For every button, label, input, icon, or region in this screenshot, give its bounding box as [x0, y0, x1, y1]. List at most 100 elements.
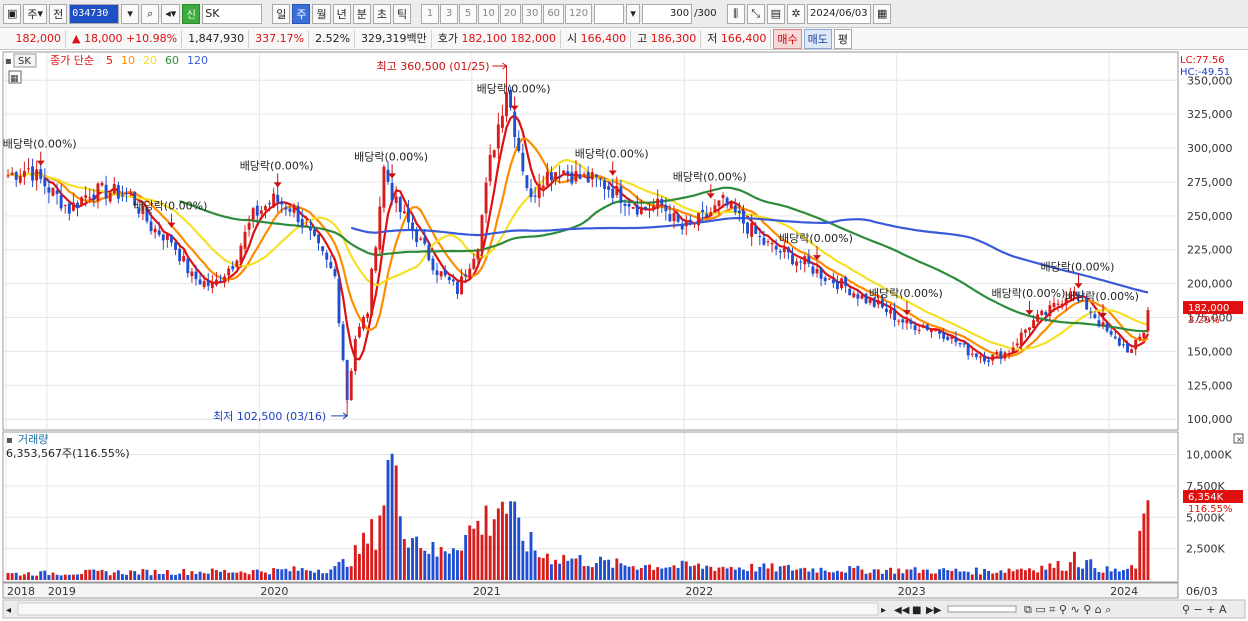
date-input[interactable]: 2024/06/03: [807, 3, 872, 24]
high-price: 고 186,300: [633, 29, 702, 48]
interval-button-120[interactable]: 120: [565, 3, 593, 24]
candle-body: [631, 207, 635, 209]
candle-body: [570, 172, 574, 184]
volume-bar: [219, 571, 222, 580]
volume-bar: [885, 569, 888, 580]
zoom-slider[interactable]: [947, 605, 1017, 613]
panel-menu-icon[interactable]: ▪: [5, 56, 12, 67]
volume-bar: [733, 569, 737, 580]
volume-bar: [137, 574, 141, 580]
volume-bar: [407, 547, 410, 580]
volume-bar: [276, 569, 280, 580]
candle-body: [729, 201, 733, 209]
volume-bar: [586, 566, 590, 580]
volume-bar: [321, 573, 325, 580]
candle-body: [35, 169, 39, 181]
save-icon[interactable]: ▤: [766, 3, 786, 24]
candle-body: [1003, 352, 1007, 359]
draw-tool-icon[interactable]: ⤡: [746, 3, 765, 24]
stock-name-field[interactable]: SK: [202, 3, 263, 24]
volume-bar: [921, 569, 925, 580]
dividend-label: 배당락(0.00%): [673, 170, 747, 183]
open-price: 시 166,400: [563, 29, 632, 48]
volume-bar: [153, 569, 157, 580]
interval-dropdown[interactable]: [594, 3, 625, 24]
candle-type-icon[interactable]: ⫼: [726, 3, 745, 24]
stop-icon[interactable]: ■: [912, 605, 921, 616]
stock-code-input[interactable]: 034730: [69, 3, 120, 24]
volume-bar: [688, 566, 692, 580]
interval-button-1[interactable]: 1: [421, 3, 440, 24]
candle-body: [876, 301, 880, 305]
candle-body: [652, 205, 656, 209]
tool-icons[interactable]: ⧉ ▭ ⌗ ⚲ ∿ ⚲ ⌂ ⌕: [1024, 603, 1111, 616]
tab-period-0[interactable]: 일: [272, 3, 291, 24]
tab-period-1[interactable]: 주: [292, 3, 311, 24]
interval-button-5[interactable]: 5: [459, 3, 478, 24]
volume-bar: [496, 508, 500, 580]
scroll-right-icon[interactable]: ▸: [881, 605, 886, 616]
candle-body: [170, 235, 173, 243]
candle-body: [431, 258, 435, 271]
candle-body: [427, 244, 431, 261]
current-price: 182,000: [4, 29, 66, 48]
scroll-left-icon[interactable]: ◂: [6, 605, 11, 616]
buy-button[interactable]: 매수: [773, 28, 802, 49]
volume-bar: [909, 569, 913, 580]
candle-body: [639, 207, 643, 215]
tab-period-3[interactable]: 년: [332, 3, 351, 24]
interval-dropdown-icon[interactable]: ▾: [626, 3, 641, 24]
scroll-start-icon[interactable]: ◀◀: [894, 605, 910, 616]
candle-body: [782, 248, 786, 253]
layout-icon[interactable]: ▣: [3, 3, 22, 24]
candle-body: [823, 277, 827, 282]
chart-area[interactable]: 350,000 325,000 300,000 275,000 250,000 225,0…: [0, 50, 1248, 621]
candle-body: [386, 169, 390, 182]
candle-body: [88, 197, 92, 199]
count-input[interactable]: 300: [642, 3, 693, 24]
interval-button-30[interactable]: 30: [521, 3, 543, 24]
search-icon[interactable]: ⌕: [141, 3, 160, 24]
candle-body: [411, 222, 414, 231]
candle-body: [1122, 344, 1125, 346]
calendar-icon[interactable]: ▦: [873, 3, 892, 24]
x-axis[interactable]: [2, 582, 1179, 599]
tab-period-2[interactable]: 월: [312, 3, 331, 24]
candle-body: [983, 355, 986, 362]
volume-bar: [6, 573, 10, 580]
volume-bar: [566, 560, 570, 580]
candle-body: [451, 279, 455, 282]
candle-body: [182, 255, 186, 262]
sell-button[interactable]: 매도: [803, 28, 832, 49]
volume-bar: [227, 572, 231, 580]
volume-bar: [1138, 530, 1142, 580]
interval-button-60[interactable]: 60: [543, 3, 565, 24]
gear-icon[interactable]: ✲: [787, 3, 806, 24]
tab-period-6[interactable]: 틱: [392, 3, 412, 24]
prev-button[interactable]: 전: [49, 3, 68, 24]
interval-button-10[interactable]: 10: [478, 3, 499, 24]
volume-bar: [1060, 570, 1064, 580]
tab-period-5[interactable]: 초: [372, 3, 391, 24]
scroll-track[interactable]: [17, 602, 879, 616]
period-select[interactable]: 주 ▾: [23, 3, 48, 24]
volume-bar: [39, 571, 43, 580]
interval-button-3[interactable]: 3: [440, 3, 459, 24]
code-dropdown-icon[interactable]: ▾: [121, 3, 140, 24]
tab-period-4[interactable]: 분: [352, 3, 371, 24]
volume-bar: [374, 549, 378, 580]
zoom-controls[interactable]: ⚲ − + A: [1182, 603, 1227, 616]
candle-body: [6, 175, 10, 177]
interval-button-20[interactable]: 20: [499, 3, 521, 24]
volume-bar: [791, 570, 794, 580]
candle-body: [329, 261, 333, 269]
price-panel[interactable]: [2, 51, 1179, 431]
candle-body: [1105, 323, 1109, 332]
flat-button[interactable]: 평: [833, 28, 853, 49]
scroll-end-icon[interactable]: ▶▶: [926, 605, 942, 616]
speaker-icon[interactable]: ◂▾: [161, 3, 181, 24]
candle-body: [770, 242, 774, 245]
volume-menu-icon[interactable]: ▪: [6, 435, 13, 446]
volume-bar: [570, 558, 574, 580]
volume-bar: [76, 574, 79, 580]
